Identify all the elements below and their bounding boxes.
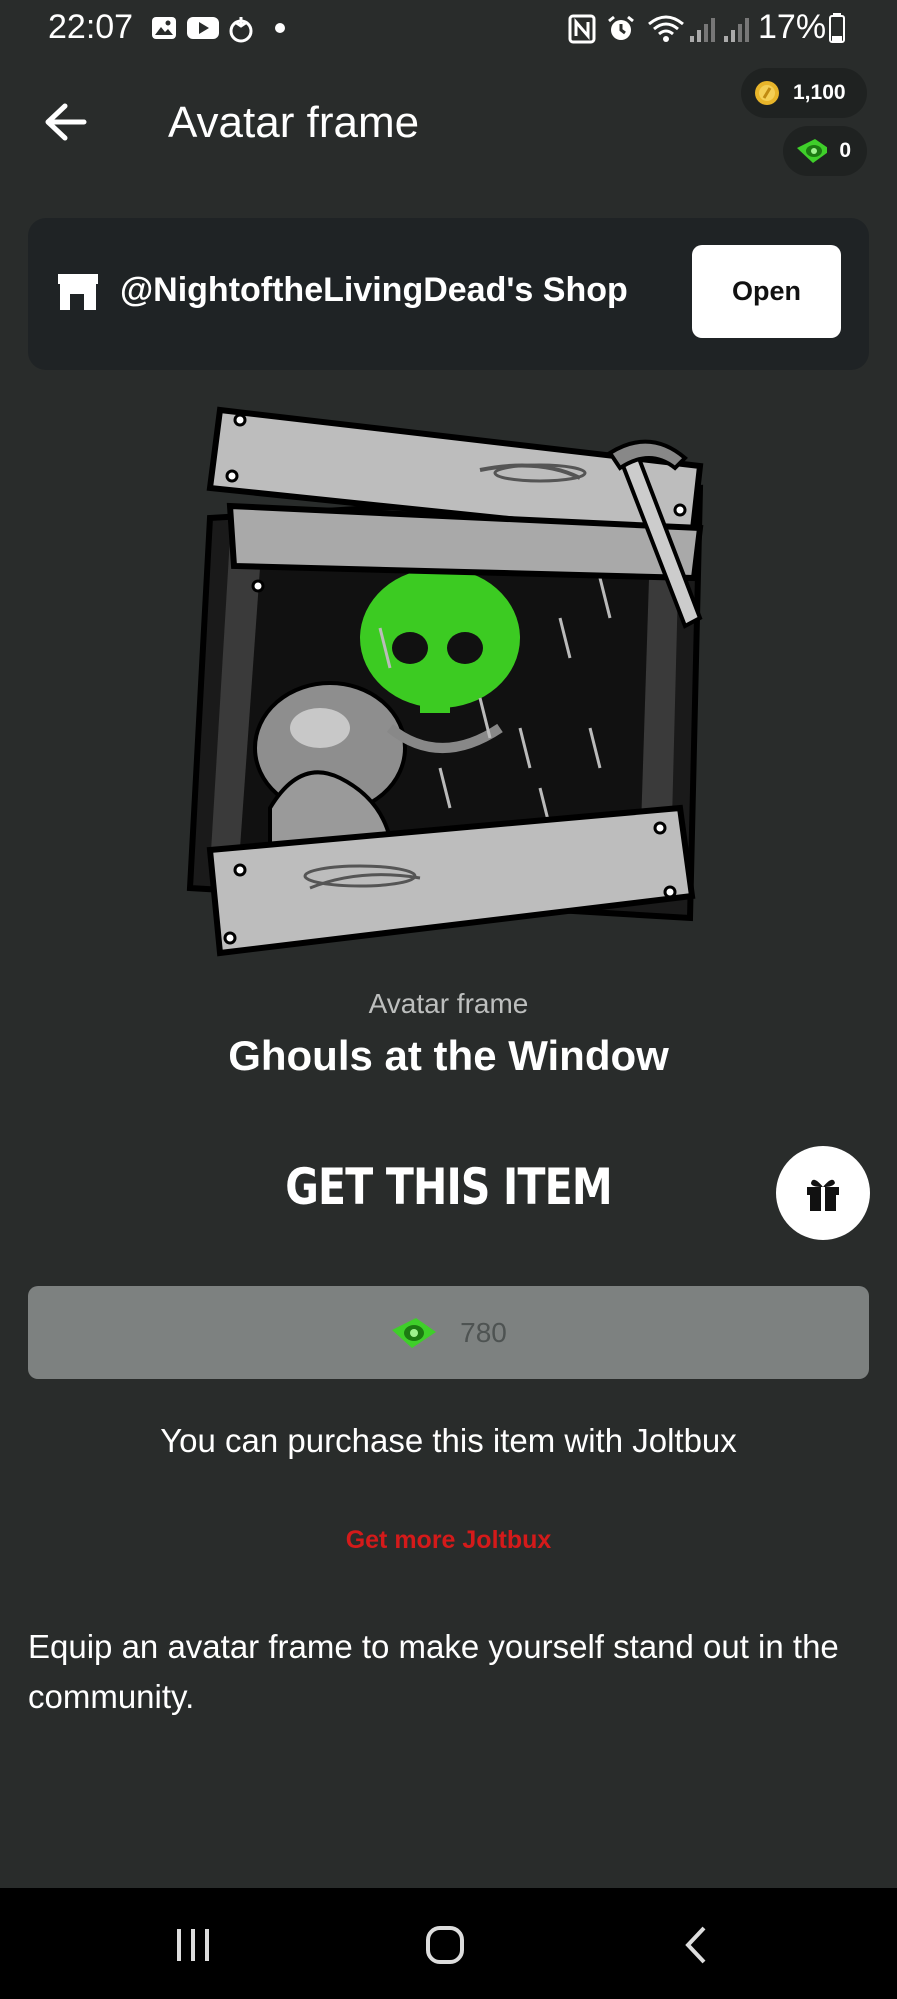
item-name: Ghouls at the Window (228, 1032, 669, 1079)
signal-2-icon (724, 18, 749, 42)
app-notification-icon (229, 17, 253, 43)
alarm-icon (608, 15, 634, 40)
store-icon (58, 274, 98, 310)
home-icon (426, 1926, 464, 1964)
back-nav-button[interactable] (652, 1910, 742, 1980)
signal-1-icon (690, 18, 715, 42)
ghouls-at-the-window-frame-image (186, 406, 704, 957)
joltbux-balance[interactable]: 0 (783, 126, 867, 176)
item-type-label: Avatar frame (368, 988, 529, 1019)
gift-button[interactable] (776, 1146, 870, 1240)
battery-icon (829, 13, 845, 43)
recent-apps-button[interactable] (148, 1910, 238, 1980)
back-chevron-icon (685, 1926, 706, 1964)
gallery-notification-icon (152, 17, 176, 39)
open-shop-button[interactable]: Open (692, 245, 841, 338)
joltbux-balance-value: 0 (839, 139, 851, 162)
home-button[interactable] (400, 1910, 490, 1980)
coin-balance-value: 1,100 (793, 81, 846, 104)
nfc-icon (568, 14, 596, 44)
gift-icon (807, 1179, 839, 1211)
wifi-icon (648, 15, 684, 42)
status-time: 22:07 (48, 8, 134, 46)
back-arrow-icon (45, 103, 87, 141)
coin-balance[interactable]: 1,100 (741, 68, 867, 118)
get-item-heading: GET THIS ITEM (285, 1158, 612, 1216)
price-value: 780 (460, 1316, 507, 1348)
purchase-note: You can purchase this item with Joltbux (160, 1422, 737, 1459)
get-more-joltbux-link[interactable]: Get more Joltbux (0, 1526, 897, 1555)
more-notifications-dot-icon (275, 23, 285, 33)
shop-name[interactable]: @NightoftheLivingDead's Shop (120, 271, 628, 310)
youtube-notification-icon (187, 17, 219, 39)
page-title: Avatar frame (168, 98, 420, 147)
joltbux-icon (797, 139, 828, 163)
recent-apps-icon (177, 1929, 209, 1961)
joltbux-icon (392, 1317, 437, 1348)
buy-with-joltbux-button[interactable]: 780 (28, 1286, 869, 1379)
coin-icon (755, 81, 779, 105)
item-description: Equip an avatar frame to make yourself s… (28, 1628, 839, 1715)
back-button[interactable] (30, 92, 100, 152)
battery-percentage: 17% (758, 8, 827, 46)
